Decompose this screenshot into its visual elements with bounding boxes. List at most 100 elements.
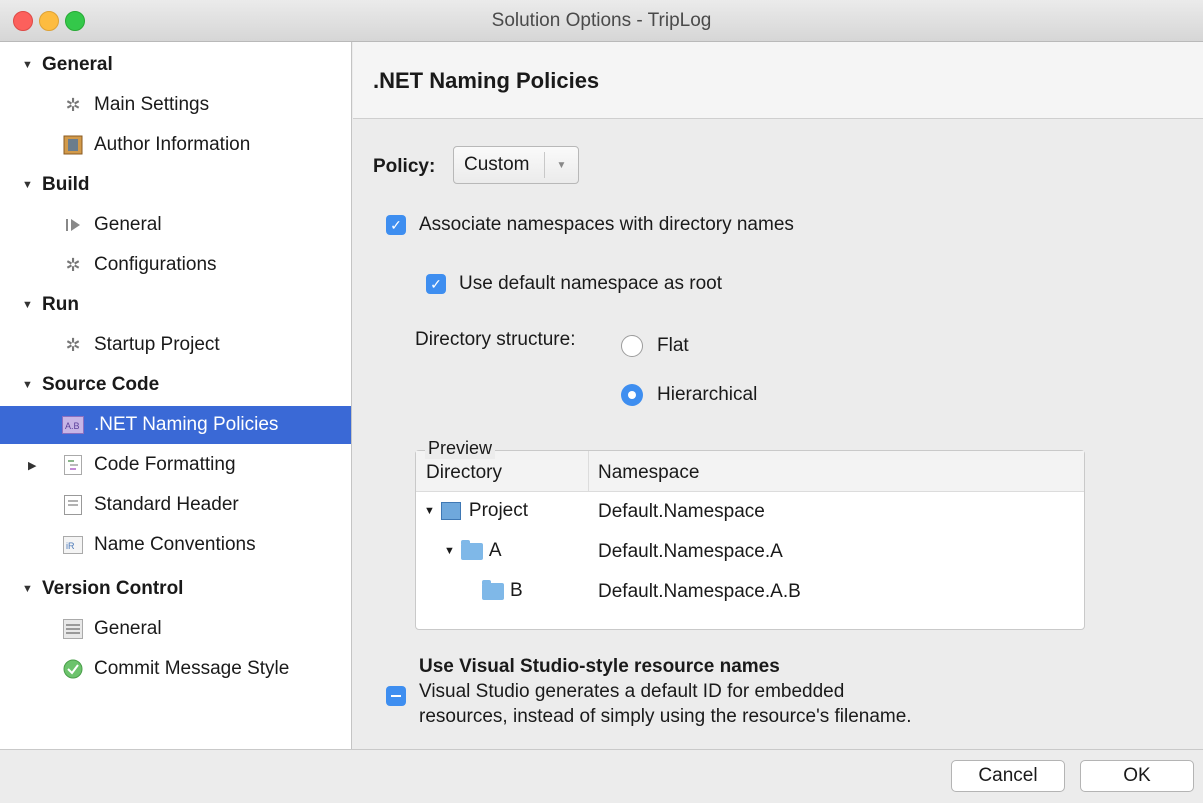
sidebar-item-startup-project[interactable]: ✲ Startup Project xyxy=(0,326,351,364)
list-icon xyxy=(62,618,84,640)
panel-header: .NET Naming Policies xyxy=(353,42,1203,119)
associate-namespaces-checkbox[interactable]: ✓ xyxy=(386,215,406,235)
sidebar-category-label: Build xyxy=(42,174,90,195)
svg-text:iR: iR xyxy=(66,541,75,551)
sidebar-item-name-conventions[interactable]: iR Name Conventions xyxy=(0,526,351,564)
resource-names-description-line: resources, instead of simply using the r… xyxy=(419,706,912,727)
ok-button[interactable]: OK xyxy=(1080,760,1194,792)
expanded-triangle-icon[interactable]: ▼ xyxy=(424,505,435,517)
associate-namespaces-label[interactable]: Associate namespaces with directory name… xyxy=(419,214,794,236)
sidebar-item-label: Standard Header xyxy=(94,494,239,515)
default-namespace-root-label[interactable]: Use default namespace as root xyxy=(459,273,722,295)
hierarchical-radio-label[interactable]: Hierarchical xyxy=(657,384,757,406)
expanded-triangle-icon[interactable]: ▼ xyxy=(22,299,42,311)
gear-icon: ✲ xyxy=(65,94,81,115)
policy-dropdown[interactable]: Custom ▼ xyxy=(453,146,579,184)
column-header-directory[interactable]: Directory xyxy=(426,462,502,484)
sidebar-item-label: Author Information xyxy=(94,134,251,155)
column-divider xyxy=(588,451,589,491)
directory-name: B xyxy=(510,580,523,601)
folder-icon xyxy=(482,579,504,600)
sidebar-item-vc-general[interactable]: General xyxy=(0,610,351,648)
default-namespace-root-checkbox[interactable]: ✓ xyxy=(426,274,446,294)
table-row[interactable]: ▼ Project Default.Namespace xyxy=(416,491,1084,531)
expanded-triangle-icon[interactable]: ▼ xyxy=(22,59,42,71)
sidebar-item-label: General xyxy=(94,214,162,235)
directory-cell: ▼ A xyxy=(444,539,502,562)
main-panel: .NET Naming Policies Policy: Custom ▼ ✓ … xyxy=(353,42,1203,749)
expanded-triangle-icon[interactable]: ▼ xyxy=(22,179,42,191)
namespace-cell: Default.Namespace.A.B xyxy=(598,581,801,602)
naming-policy-icon: A.B xyxy=(62,414,84,436)
sidebar-item-label: Configurations xyxy=(94,254,217,275)
sidebar-item-label: Commit Message Style xyxy=(94,658,290,679)
play-icon xyxy=(62,214,84,236)
window-title: Solution Options - TripLog xyxy=(491,10,712,31)
sidebar-category-label: General xyxy=(42,54,113,75)
namespace-cell: Default.Namespace xyxy=(598,501,765,522)
gear-icon: ✲ xyxy=(65,334,81,355)
resource-names-description-line: Visual Studio generates a default ID for… xyxy=(419,681,845,702)
sidebar-category-build[interactable]: ▼ Build xyxy=(0,166,351,204)
sidebar-item-configurations[interactable]: ✲ Configurations xyxy=(0,246,351,284)
solution-options-window: Solution Options - TripLog ▼ General ✲ M… xyxy=(0,0,1203,803)
flat-radio-label[interactable]: Flat xyxy=(657,335,689,357)
cancel-button[interactable]: Cancel xyxy=(951,760,1065,792)
directory-structure-label: Directory structure: xyxy=(415,329,576,350)
sidebar-category-run[interactable]: ▼ Run xyxy=(0,286,351,324)
collapsed-triangle-icon[interactable]: ▶ xyxy=(28,459,36,472)
column-header-namespace[interactable]: Namespace xyxy=(598,462,699,484)
gear-icon: ✲ xyxy=(65,254,81,275)
project-icon xyxy=(440,502,461,520)
preview-table-header: Directory Namespace xyxy=(416,451,1084,492)
sidebar-category-label: Source Code xyxy=(42,374,160,395)
sidebar-category-general[interactable]: ▼ General xyxy=(0,46,351,84)
resource-names-title: Use Visual Studio-style resource names xyxy=(419,656,780,677)
chevron-down-icon: ▼ xyxy=(556,159,567,171)
sidebar-item-label: Startup Project xyxy=(94,334,220,355)
sidebar-category-label: Version Control xyxy=(42,578,184,599)
page-title: .NET Naming Policies xyxy=(373,68,600,93)
options-sidebar: ▼ General ✲ Main Settings Author Informa… xyxy=(0,42,352,749)
folder-icon xyxy=(460,539,483,560)
namespace-cell: Default.Namespace.A xyxy=(598,541,783,562)
code-document-icon xyxy=(62,454,84,476)
policy-label: Policy: xyxy=(373,156,436,177)
sidebar-category-label: Run xyxy=(42,294,79,315)
preview-legend: Preview xyxy=(425,438,496,459)
sidebar-category-version-control[interactable]: ▼ Version Control xyxy=(0,570,351,608)
table-row[interactable]: B Default.Namespace.A.B xyxy=(416,571,1084,611)
resource-names-description: Visual Studio generates a default ID for… xyxy=(419,679,1019,729)
directory-cell: ▼ Project xyxy=(424,500,528,522)
sidebar-item-code-formatting[interactable]: ▶ Code Formatting xyxy=(0,446,351,484)
expanded-triangle-icon[interactable]: ▼ xyxy=(444,545,455,557)
resource-names-checkbox[interactable] xyxy=(386,686,406,706)
author-card-icon xyxy=(62,134,84,156)
hierarchical-radio[interactable] xyxy=(621,384,643,406)
document-icon xyxy=(62,494,84,516)
policy-value: Custom xyxy=(464,154,530,175)
sidebar-item-main-settings[interactable]: ✲ Main Settings xyxy=(0,86,351,124)
name-conventions-icon: iR xyxy=(62,534,84,556)
sidebar-item-commit-message-style[interactable]: Commit Message Style xyxy=(0,650,351,688)
expanded-triangle-icon[interactable]: ▼ xyxy=(22,379,42,391)
sidebar-category-source-code[interactable]: ▼ Source Code xyxy=(0,366,351,404)
preview-table: Directory Namespace ▼ Project Default.Na… xyxy=(415,450,1085,630)
sidebar-item-author-information[interactable]: Author Information xyxy=(0,126,351,164)
sidebar-item-standard-header[interactable]: Standard Header xyxy=(0,486,351,524)
sidebar-item-label: General xyxy=(94,618,162,639)
sidebar-item-label: Name Conventions xyxy=(94,534,256,555)
directory-name: A xyxy=(488,540,502,561)
expanded-triangle-icon[interactable]: ▼ xyxy=(22,583,42,595)
checkmark-circle-icon xyxy=(62,658,84,680)
dialog-footer: Cancel OK xyxy=(0,749,1203,803)
sidebar-item-build-general[interactable]: General xyxy=(0,206,351,244)
table-row[interactable]: ▼ A Default.Namespace.A xyxy=(416,531,1084,571)
title-bar[interactable]: Solution Options - TripLog xyxy=(0,0,1203,42)
directory-cell: B xyxy=(482,579,523,602)
flat-radio[interactable] xyxy=(621,335,643,357)
sidebar-item-label: .NET Naming Policies xyxy=(94,414,279,435)
sidebar-item-net-naming-policies[interactable]: A.B .NET Naming Policies xyxy=(0,406,351,444)
svg-text:A.B: A.B xyxy=(65,421,80,431)
sidebar-item-label: Code Formatting xyxy=(94,454,236,475)
